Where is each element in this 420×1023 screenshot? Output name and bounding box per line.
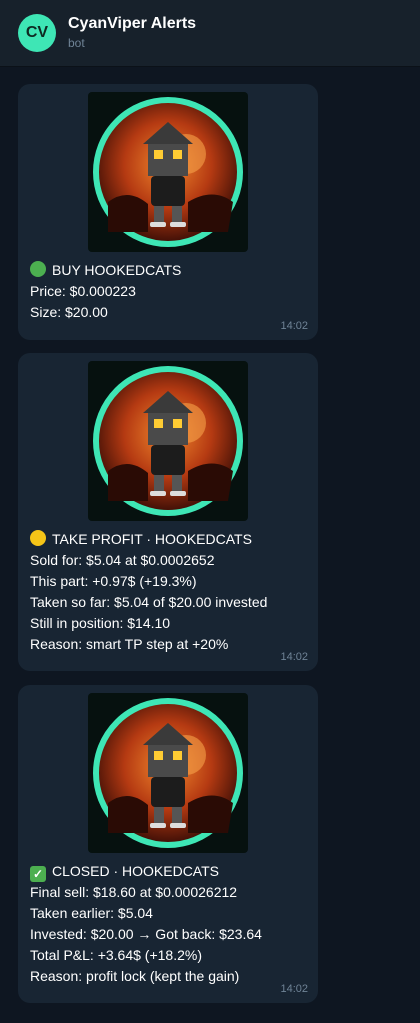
message-line: Final sell: $18.60 at $0.00026212: [30, 884, 238, 900]
message-line: Sold for: $5.04 at $0.0002652: [30, 552, 215, 568]
message-line: ✓ CLOSED · HOOKEDCATS: [30, 861, 306, 882]
chat-subtitle: bot: [68, 36, 85, 50]
message-time: 14:02: [280, 983, 308, 995]
message-line: Reason: smart TP step at +20%: [30, 636, 229, 652]
check-mark-icon: ✓: [30, 866, 46, 882]
message-line: Still in position: $14.10: [30, 615, 171, 631]
message-bubble-closed[interactable]: ✓ CLOSED · HOOKEDCATS Final sell: $18.60 …: [18, 685, 318, 1003]
message-line: Taken so far: $5.04 of $20.00 invested: [30, 594, 268, 610]
message-line: BUY HOOKEDCATS: [30, 260, 306, 281]
message-line: This part: +0.97$ (+19.3%): [30, 573, 197, 589]
message-bubble-buy[interactable]: BUY HOOKEDCATS Price: $0.000223 Size: $2…: [18, 84, 318, 340]
message-line: Price: $0.000223: [30, 283, 136, 299]
message-bubble-take-profit[interactable]: TAKE PROFIT · HOOKEDCATS Sold for: $5.04…: [18, 353, 318, 671]
message-line: Size: $20.00: [30, 304, 108, 320]
message-line: Invested: $20.00 → Got back: $23.64: [30, 926, 262, 942]
yellow-circle-icon: [30, 530, 46, 546]
green-circle-icon: [30, 261, 46, 277]
message-title: BUY HOOKEDCATS: [52, 262, 182, 278]
message-line: TAKE PROFIT · HOOKEDCATS: [30, 529, 306, 550]
chat-header: CV CyanViper Alerts bot: [0, 0, 420, 67]
message-line: Reason: profit lock (kept the gain): [30, 968, 240, 984]
message-title: CLOSED · HOOKEDCATS: [52, 863, 219, 879]
token-image[interactable]: [88, 92, 248, 252]
message-line: Taken earlier: $5.04: [30, 905, 153, 921]
message-title: TAKE PROFIT · HOOKEDCATS: [52, 531, 252, 547]
avatar[interactable]: CV: [18, 14, 56, 52]
token-image[interactable]: [88, 361, 248, 521]
message-time: 14:02: [280, 320, 308, 332]
message-time: 14:02: [280, 651, 308, 663]
chat-title[interactable]: CyanViper Alerts: [68, 15, 196, 33]
message-line: Total P&L: +3.64$ (+18.2%): [30, 947, 202, 963]
token-image[interactable]: [88, 693, 248, 853]
